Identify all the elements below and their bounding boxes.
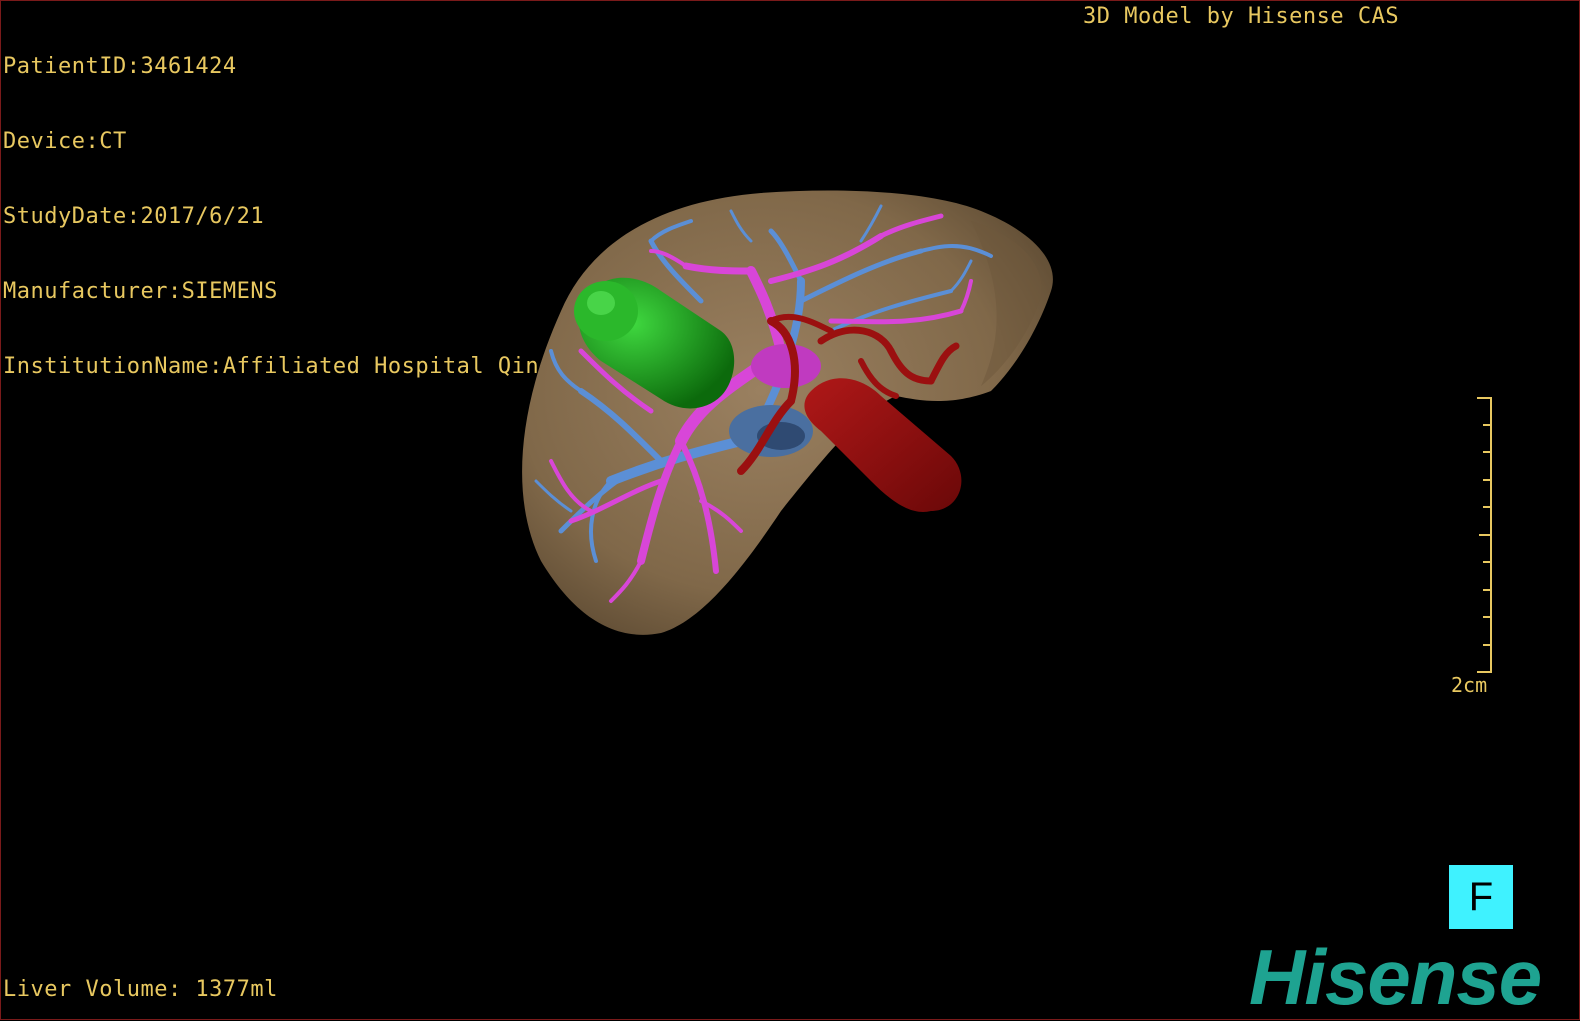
hisense-logo: Hisense	[1249, 933, 1542, 1021]
patient-id-text: PatientID:3461424	[3, 54, 237, 79]
device-text: Device:CT	[3, 129, 127, 154]
model-credit-text: 3D Model by Hisense CAS	[1083, 4, 1400, 29]
orientation-button[interactable]: F	[1449, 865, 1513, 929]
scale-label: 2cm	[1451, 673, 1488, 697]
liver-volume-text: Liver Volume: 1377ml	[3, 977, 278, 1002]
hepatic-vein-confluence	[751, 344, 821, 388]
3d-viewport[interactable]: PatientID:3461424 Device:CT StudyDate:20…	[0, 0, 1580, 1020]
scale-bar	[1477, 397, 1492, 673]
liver-3d-model[interactable]	[501, 181, 1081, 651]
